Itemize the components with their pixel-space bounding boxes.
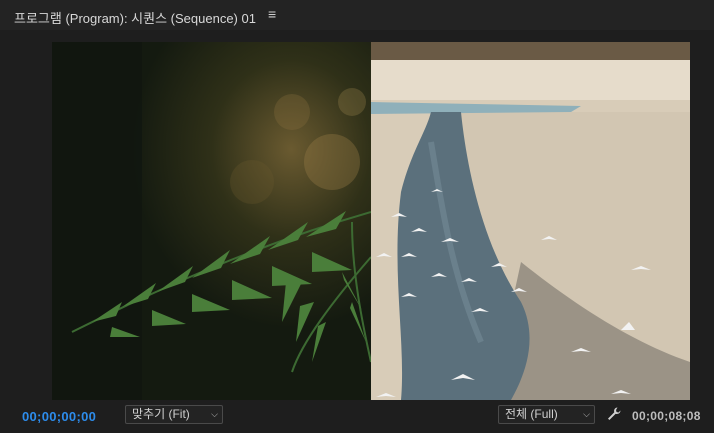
resolution-dropdown[interactable]: 전체 (Full) ⌵ — [498, 405, 595, 424]
fern-clip-image — [52, 42, 371, 400]
wrench-icon[interactable] — [606, 406, 622, 422]
duration-timecode: 00;00;08;08 — [632, 409, 701, 423]
panel-header: 프로그램 (Program): 시퀀스 (Sequence) 01 ≡ — [0, 0, 714, 30]
chevron-down-icon: ⌵ — [211, 409, 218, 419]
panel-title[interactable]: 프로그램 (Program): 시퀀스 (Sequence) 01 — [14, 8, 256, 27]
zoom-dropdown-label: 맞추기 (Fit) — [132, 407, 190, 421]
program-monitor-viewer[interactable] — [52, 42, 690, 400]
hamburger-icon[interactable]: ≡ — [268, 6, 276, 22]
current-timecode[interactable]: 00;00;00;00 — [22, 409, 96, 424]
zoom-dropdown[interactable]: 맞추기 (Fit) ⌵ — [125, 405, 223, 424]
resolution-dropdown-label: 전체 (Full) — [505, 407, 558, 421]
chevron-down-icon: ⌵ — [583, 409, 590, 419]
transport-controls: 00;00;00;00 맞추기 (Fit) ⌵ 전체 (Full) ⌵ 00;0… — [0, 402, 714, 433]
river-clip-image — [371, 42, 690, 400]
